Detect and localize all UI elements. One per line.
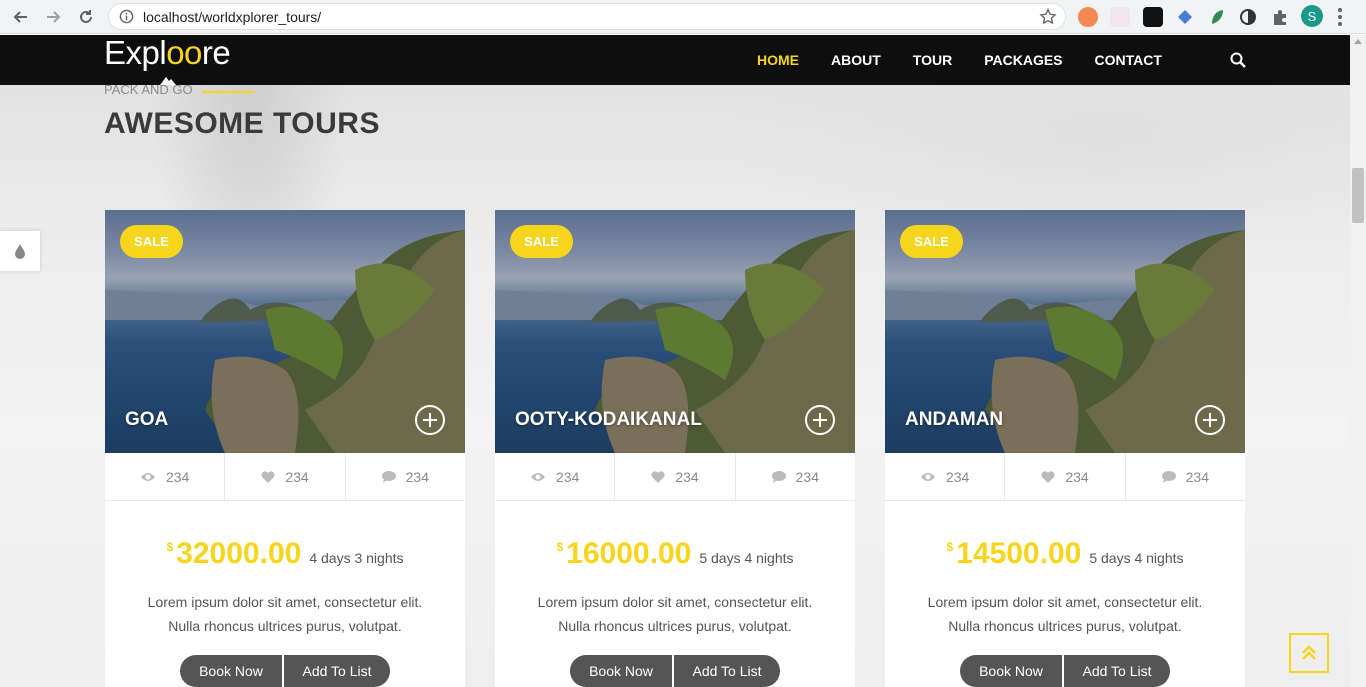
heart-icon — [261, 470, 275, 483]
tour-stats: 234 234 234 — [495, 453, 855, 501]
plus-circle-icon[interactable] — [415, 405, 445, 435]
price-amount: 32000.00 — [176, 537, 302, 570]
nav-about[interactable]: ABOUT — [831, 52, 881, 68]
likes-stat[interactable]: 234 — [225, 453, 346, 500]
comment-icon — [771, 470, 786, 483]
likes-stat[interactable]: 234 — [615, 453, 736, 500]
nav-tour[interactable]: TOUR — [913, 52, 952, 68]
price-row: $14500.00 5 days 4 nights — [885, 537, 1245, 571]
chat-extension-icon[interactable] — [1078, 7, 1098, 27]
price-amount: 14500.00 — [956, 537, 1082, 570]
add-to-list-button[interactable]: Add To List — [674, 655, 780, 687]
comments-stat[interactable]: 234 — [346, 453, 465, 500]
url-text[interactable]: localhost/worldxplorer_tours/ — [143, 9, 321, 25]
currency-symbol: $ — [556, 540, 564, 554]
browser-menu-icon[interactable] — [1338, 8, 1344, 26]
tour-name: OOTY-KODAIKANAL — [515, 409, 702, 430]
tour-duration: 4 days 3 nights — [309, 550, 404, 566]
double-chevron-up-icon — [1302, 645, 1316, 660]
back-arrow-icon[interactable] — [9, 5, 33, 29]
tour-card: SALE OOTY-KODAIKANAL 234 234 234 $16000.… — [495, 210, 855, 687]
tour-name: GOA — [125, 409, 169, 430]
page-viewport: PACK AND GO ✕ AWESOME TOURS Exploore HOM… — [0, 35, 1350, 687]
price-row: $32000.00 4 days 3 nights — [105, 537, 465, 571]
tour-stats: 234 234 234 — [105, 453, 465, 501]
forward-arrow-icon[interactable] — [41, 5, 65, 29]
plus-circle-icon[interactable] — [1195, 405, 1225, 435]
tour-description: Lorem ipsum dolor sit amet, consectetur … — [537, 594, 813, 634]
sale-badge: SALE — [120, 225, 183, 258]
tour-duration: 5 days 4 nights — [1089, 550, 1184, 566]
browser-toolbar: localhost/worldxplorer_tours/ S — [0, 0, 1366, 34]
scrollbar-thumb[interactable] — [1352, 168, 1364, 223]
sale-badge: SALE — [510, 225, 573, 258]
price-row: $16000.00 5 days 4 nights — [495, 537, 855, 571]
reload-icon[interactable] — [74, 5, 98, 29]
eye-icon — [530, 472, 545, 481]
lock-extension-icon[interactable] — [1143, 7, 1163, 27]
heart-icon — [651, 470, 665, 483]
tour-card: SALE GOA 234 234 234 $32000.00 4 days 3 n… — [105, 210, 465, 687]
currency-symbol: $ — [166, 540, 174, 554]
comment-icon — [1161, 470, 1176, 483]
tour-image[interactable]: SALE OOTY-KODAIKANAL — [495, 210, 855, 453]
nav-home[interactable]: HOME — [757, 52, 799, 68]
leaf-extension-icon[interactable] — [1207, 7, 1227, 27]
eyebrow-divider — [202, 91, 254, 93]
extension-icon[interactable] — [1110, 7, 1130, 27]
plus-circle-icon[interactable] — [805, 405, 835, 435]
diamond-extension-icon[interactable] — [1175, 7, 1195, 27]
address-bar[interactable]: localhost/worldxplorer_tours/ — [108, 3, 1066, 30]
profile-avatar[interactable]: S — [1301, 5, 1323, 27]
add-to-list-button[interactable]: Add To List — [1064, 655, 1170, 687]
site-navbar: Exploore HOME ABOUT TOUR PACKAGES CONTAC… — [0, 35, 1350, 85]
tour-description: Lorem ipsum dolor sit amet, consectetur … — [147, 594, 423, 634]
tour-description: Lorem ipsum dolor sit amet, consectetur … — [927, 594, 1203, 634]
section-title: AWESOME TOURS — [104, 107, 380, 140]
sale-badge: SALE — [900, 225, 963, 258]
price-amount: 16000.00 — [566, 537, 692, 570]
bookmark-star-icon[interactable] — [1039, 8, 1057, 26]
views-stat: 234 — [885, 453, 1006, 500]
currency-symbol: $ — [946, 540, 954, 554]
tour-image[interactable]: SALE GOA — [105, 210, 465, 453]
nav-contact[interactable]: CONTACT — [1095, 52, 1162, 68]
heart-icon — [1041, 470, 1055, 483]
tour-actions: Book Now Add To List — [180, 655, 390, 687]
views-stat: 234 — [495, 453, 616, 500]
tour-stats: 234 234 234 — [885, 453, 1245, 501]
add-to-list-button[interactable]: Add To List — [284, 655, 390, 687]
main-menu: HOME ABOUT TOUR PACKAGES CONTACT — [757, 35, 1194, 85]
book-now-button[interactable]: Book Now — [570, 655, 672, 687]
scroll-up-arrow-icon[interactable] — [1354, 39, 1362, 44]
comments-stat[interactable]: 234 — [736, 453, 855, 500]
tour-actions: Book Now Add To List — [570, 655, 780, 687]
tour-card: SALE ANDAMAN 234 234 234 $14500.00 5 days… — [885, 210, 1245, 687]
search-icon[interactable] — [1230, 52, 1246, 68]
moon-extension-icon[interactable] — [1238, 7, 1258, 27]
comment-icon — [381, 470, 396, 483]
eye-icon — [920, 472, 935, 481]
logo-mountain-icon — [160, 77, 176, 85]
book-now-button[interactable]: Book Now — [180, 655, 282, 687]
tour-name: ANDAMAN — [905, 409, 1004, 430]
likes-stat[interactable]: 234 — [1005, 453, 1126, 500]
info-icon[interactable] — [119, 9, 134, 24]
back-to-top-button[interactable] — [1289, 633, 1329, 673]
page-scrollbar[interactable] — [1350, 35, 1366, 687]
tour-image[interactable]: SALE ANDAMAN — [885, 210, 1245, 453]
tour-actions: Book Now Add To List — [960, 655, 1170, 687]
nav-packages[interactable]: PACKAGES — [984, 52, 1062, 68]
book-now-button[interactable]: Book Now — [960, 655, 1062, 687]
style-switcher-button[interactable] — [0, 231, 40, 271]
puzzle-icon[interactable] — [1270, 7, 1290, 27]
views-stat: 234 — [105, 453, 226, 500]
droplet-icon — [15, 244, 25, 259]
site-logo[interactable]: Exploore — [104, 35, 231, 71]
tour-duration: 5 days 4 nights — [699, 550, 794, 566]
eye-icon — [140, 472, 155, 481]
comments-stat[interactable]: 234 — [1126, 453, 1245, 500]
